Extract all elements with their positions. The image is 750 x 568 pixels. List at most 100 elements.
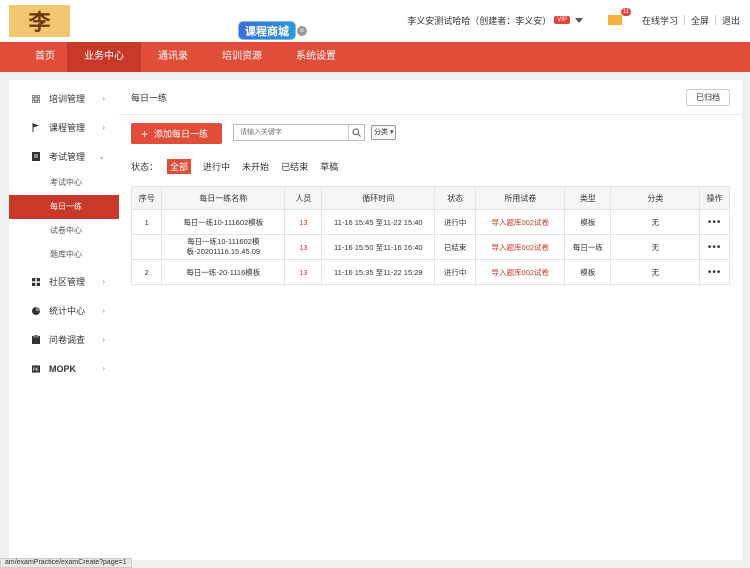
fullscreen-link[interactable]: 全屏 <box>691 14 709 27</box>
daily-practice-table: 序号 每日一练名称 人员 循环时间 状态 所用试卷 类型 分类 操作 1 每日一… <box>130 186 730 285</box>
more-actions-icon[interactable]: ••• <box>699 234 730 260</box>
sidebar-item-community[interactable]: 社区管理 › <box>9 267 119 296</box>
svg-text:PK: PK <box>33 366 39 372</box>
sidebar-item-label: 课程管理 <box>49 123 86 133</box>
sidebar-item-label: 考试管理 <box>49 152 86 162</box>
add-button-label: 添加每日一练 <box>154 129 209 139</box>
sidebar-item-label: 培训管理 <box>49 94 86 104</box>
user-name[interactable]: 李义安测试哈哈（创建者：李义安） <box>407 14 551 27</box>
pk-icon: PK <box>32 364 40 373</box>
status-filter-draft[interactable]: 草稿 <box>320 160 338 173</box>
flag-icon <box>32 123 40 132</box>
sidebar-sub-paper-center[interactable]: 试卷中心 <box>9 219 119 243</box>
vip-badge: VIP <box>554 16 570 24</box>
cell-type: 模板 <box>564 209 612 235</box>
cell-paper-link[interactable]: 导入题库002试卷 <box>475 209 566 235</box>
chevron-right-icon: › <box>102 277 105 286</box>
plus-icon: + <box>141 126 149 141</box>
cell-index <box>130 234 163 260</box>
chevron-right-icon: › <box>102 123 105 132</box>
logout-link[interactable]: 退出 <box>722 14 740 27</box>
add-daily-practice-button[interactable]: + 添加每日一练 <box>131 123 222 144</box>
mail-icon[interactable]: 11 <box>607 8 631 25</box>
nav-item-training-resources[interactable]: 培训资源 <box>205 42 279 72</box>
top-bar: 李 课程商城 × 李义安测试哈哈（创建者：李义安） VIP 11 在线学习 全屏… <box>0 0 750 42</box>
main-nav: 首页 业务中心 通讯录 培训资源 系统设置 <box>0 42 750 72</box>
cell-name: 每日一练-20-1116模板 <box>161 259 286 285</box>
close-icon[interactable]: × <box>297 26 307 36</box>
nav-item-contacts[interactable]: 通讯录 <box>141 42 205 72</box>
apps-icon <box>32 277 40 286</box>
sidebar-item-statistics[interactable]: 统计中心 › <box>9 296 119 325</box>
column-header: 分类 <box>610 186 701 210</box>
more-actions-icon[interactable]: ••• <box>699 259 730 285</box>
sidebar-item-label: 社区管理 <box>49 277 86 287</box>
column-header: 每日一练名称 <box>161 186 286 210</box>
cell-people-link[interactable]: 13 <box>284 209 323 235</box>
column-header: 类型 <box>564 186 612 210</box>
status-filter-all[interactable]: 全部 <box>167 159 192 174</box>
divider <box>714 15 716 25</box>
cell-cycle-time: 11-16 15:45 至11-22 15:40 <box>321 209 436 235</box>
grid-icon <box>32 94 40 103</box>
sidebar-item-label: MOPK <box>49 363 76 374</box>
status-filter-ended[interactable]: 已结束 <box>281 160 308 173</box>
nav-item-home[interactable]: 首页 <box>0 42 67 72</box>
sidebar-sub-daily-practice[interactable]: 每日一练 <box>9 195 119 219</box>
table-row[interactable]: 2 每日一练-20-1116模板 13 11-16 15:35 至11-22 1… <box>130 259 730 285</box>
category-select-value: 分类 <box>374 129 388 136</box>
cell-type: 每日一练 <box>564 234 612 260</box>
search-icon[interactable] <box>348 125 364 140</box>
table-row[interactable]: 1 每日一练10-111602模板 13 11-16 15:45 至11-22 … <box>130 209 730 235</box>
chevron-down-icon[interactable] <box>574 17 583 23</box>
pie-icon <box>32 306 40 315</box>
search-input[interactable] <box>234 125 349 140</box>
cell-paper-link[interactable]: 导入题库002试卷 <box>475 259 566 285</box>
sidebar: 培训管理 › 课程管理 › 考试管理 ⌄ 考试中心 每日一练 试卷中心 题库中心… <box>9 80 119 560</box>
nav-item-system-settings[interactable]: 系统设置 <box>279 42 353 72</box>
status-filter-ongoing[interactable]: 进行中 <box>203 160 230 173</box>
cell-name: 每日一练10-111602模板-20201116.15.45.09 <box>161 234 286 260</box>
cell-name: 每日一练10-111602模板 <box>161 209 286 235</box>
status-filter-not-started[interactable]: 未开始 <box>242 160 269 173</box>
online-learning-link[interactable]: 在线学习 <box>642 14 678 27</box>
nav-item-business-center[interactable]: 业务中心 <box>67 42 141 72</box>
table-row[interactable]: 每日一练10-111602模板-20201116.15.45.09 13 11-… <box>130 234 730 260</box>
chevron-down-icon: ⌄ <box>98 152 105 161</box>
category-select[interactable]: 分类 ▾ <box>371 125 397 140</box>
status-label: 状态： <box>131 162 159 172</box>
sidebar-item-label: 统计中心 <box>49 306 86 316</box>
sidebar-item-mopk[interactable]: PK MOPK › <box>9 354 119 383</box>
chevron-right-icon: › <box>102 364 105 373</box>
user-toolbar: 李义安测试哈哈（创建者：李义安） VIP 11 在线学习 全屏 退出 <box>407 8 740 27</box>
page-title: 每日一练 <box>131 93 168 103</box>
sidebar-item-survey[interactable]: 问卷调查 › <box>9 325 119 354</box>
cell-category: 无 <box>610 209 701 235</box>
mail-count-badge: 11 <box>620 8 631 16</box>
table-header-row: 序号 每日一练名称 人员 循环时间 状态 所用试卷 类型 分类 操作 <box>130 186 730 210</box>
sidebar-item-label: 问卷调查 <box>49 335 86 345</box>
sidebar-sub-question-bank[interactable]: 题库中心 <box>9 243 119 267</box>
cell-people-link[interactable]: 13 <box>284 259 323 285</box>
archived-button[interactable]: 已归档 <box>686 89 730 106</box>
cell-status: 已结束 <box>434 234 477 260</box>
divider <box>119 114 742 115</box>
sidebar-item-training[interactable]: 培训管理 › <box>9 84 119 113</box>
cell-status: 进行中 <box>434 259 477 285</box>
column-header: 序号 <box>130 186 163 210</box>
cell-status: 进行中 <box>434 209 477 235</box>
cell-paper-link[interactable]: 导入题库002试卷 <box>475 234 566 260</box>
cell-people-link[interactable]: 13 <box>284 234 323 260</box>
cell-category: 无 <box>610 234 701 260</box>
chevron-right-icon: › <box>102 94 105 103</box>
cell-cycle-time: 11-16 15:35 至11-22 15:29 <box>321 259 436 285</box>
logo[interactable]: 李 <box>9 5 70 37</box>
sidebar-sub-exam-center[interactable]: 考试中心 <box>9 171 119 195</box>
cell-index: 1 <box>130 209 163 235</box>
chevron-right-icon: › <box>102 306 105 315</box>
sidebar-item-exams[interactable]: 考试管理 ⌄ <box>9 142 119 171</box>
column-header: 人员 <box>284 186 323 210</box>
course-mall-banner[interactable]: 课程商城 <box>238 21 296 40</box>
more-actions-icon[interactable]: ••• <box>699 209 730 235</box>
sidebar-item-courses[interactable]: 课程管理 › <box>9 113 119 142</box>
